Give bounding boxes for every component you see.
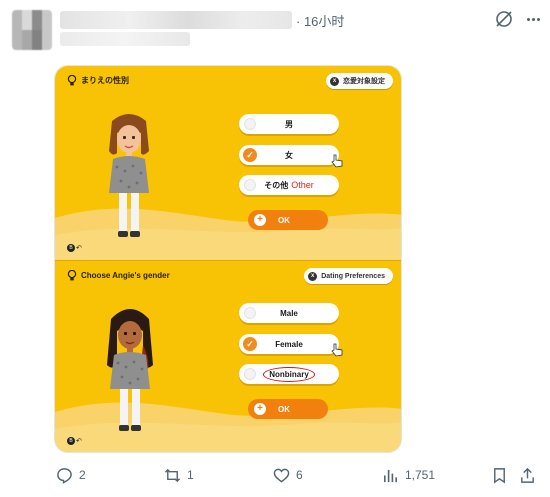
like-button[interactable]: 6 [273, 465, 303, 485]
option-label: その他 [264, 180, 289, 190]
more-icon[interactable] [523, 9, 543, 29]
option-other[interactable]: その他 Other [239, 175, 339, 195]
dating-preferences-label: 恋愛対象設定 [343, 78, 385, 85]
x-button-icon: x [308, 271, 318, 281]
undo-arrow-icon: ↶ [76, 245, 82, 252]
other-annotation: Other [291, 180, 314, 190]
undo-arrow-icon: ↶ [76, 438, 82, 445]
radio-icon [244, 118, 256, 130]
option-male[interactable]: 男 [239, 114, 339, 134]
ok-button[interactable]: + OK [248, 399, 328, 419]
reply-count: 2 [79, 468, 86, 482]
dating-preferences-button[interactable]: x Dating Preferences [304, 268, 393, 284]
bookmark-button[interactable] [491, 465, 508, 485]
option-female[interactable]: ✓ 女 [239, 145, 339, 165]
option-male[interactable]: Male [239, 303, 339, 323]
radio-icon [244, 368, 256, 380]
radio-icon [244, 179, 256, 191]
panel-english: Choose Angie's gender x Dating Preferenc… [55, 260, 401, 452]
option-label: 男 [285, 119, 293, 129]
check-icon: ✓ [243, 337, 257, 351]
panel-title: Choose Angie's gender [67, 270, 170, 281]
like-count: 6 [296, 468, 303, 482]
bookmark-icon [494, 467, 505, 483]
hand-cursor-icon [331, 343, 343, 357]
option-nonbinary[interactable]: Nonbinary [239, 364, 339, 384]
b-button-icon: B [67, 437, 75, 445]
hand-cursor-icon [331, 154, 343, 168]
views-button[interactable]: 1,751 [382, 465, 435, 485]
plus-icon: + [254, 214, 266, 226]
lightbulb-icon [67, 270, 77, 281]
check-icon: ✓ [243, 148, 257, 162]
reply-icon [57, 467, 72, 484]
option-label: Female [275, 339, 303, 349]
avatar[interactable] [12, 10, 52, 50]
option-label: 女 [285, 150, 293, 160]
b-button-icon: B [67, 244, 75, 252]
back-button[interactable]: B ↶ [67, 244, 82, 252]
handle-redacted [60, 32, 190, 46]
post-timestamp[interactable]: · 16小时 [296, 11, 344, 30]
views-count: 1,751 [405, 468, 436, 482]
back-button[interactable]: B ↶ [67, 437, 82, 445]
dating-preferences-label: Dating Preferences [321, 272, 385, 280]
reply-button[interactable]: 2 [56, 465, 86, 485]
panel-japanese: まりえの性別 x 恋愛対象設定 男 ✓ 女 その他 Other + OK B ↶ [55, 66, 401, 260]
ok-label: OK [278, 404, 290, 414]
dating-preferences-button[interactable]: x 恋愛対象設定 [326, 73, 393, 89]
post-actions-bar: 2 1 6 1,751 [0, 465, 550, 485]
option-label: Male [280, 308, 298, 318]
mii-character [107, 309, 153, 431]
grok-icon[interactable] [494, 9, 514, 29]
share-icon [521, 467, 534, 483]
views-icon [384, 469, 397, 482]
repost-button[interactable]: 1 [164, 465, 194, 485]
like-icon [273, 468, 290, 483]
panel-title: まりえの性別 [67, 75, 129, 86]
ok-label: OK [278, 215, 290, 225]
lightbulb-icon [67, 75, 77, 86]
post-media-image[interactable]: まりえの性別 x 恋愛対象設定 男 ✓ 女 その他 Other + OK B ↶… [54, 65, 402, 453]
panel-title-text: まりえの性別 [81, 76, 129, 85]
x-button-icon: x [330, 76, 339, 86]
plus-icon: + [254, 403, 266, 415]
repost-icon [164, 468, 181, 482]
repost-count: 1 [187, 468, 194, 482]
radio-icon [244, 307, 256, 319]
share-button[interactable] [519, 465, 536, 485]
option-label-circled: Nonbinary [263, 366, 315, 382]
ok-button[interactable]: + OK [248, 210, 328, 230]
option-female[interactable]: ✓ Female [239, 334, 339, 354]
panel-title-text: Choose Angie's gender [81, 271, 170, 280]
display-name-redacted[interactable] [60, 11, 292, 29]
mii-character [109, 114, 149, 237]
